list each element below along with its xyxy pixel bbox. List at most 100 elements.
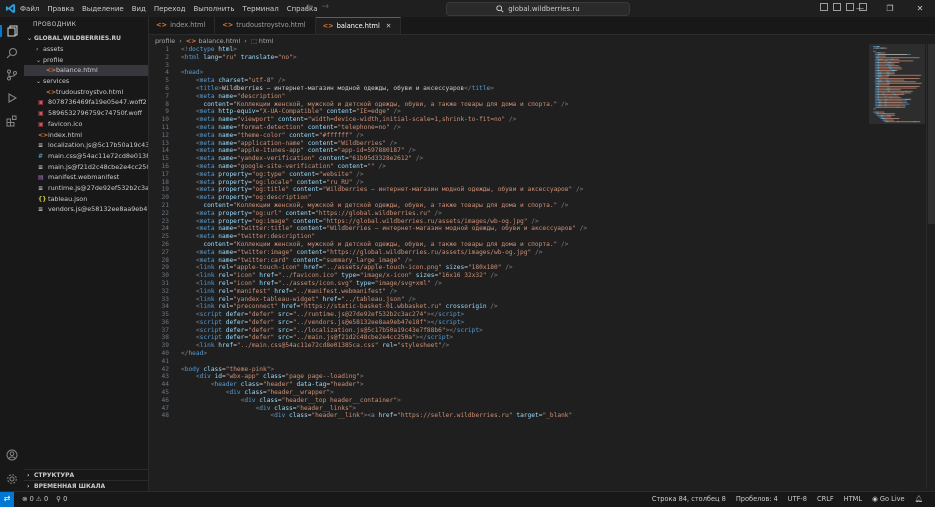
file-item[interactable]: <>index.html [24,130,148,141]
close-window-icon[interactable]: ✕ [905,0,935,17]
arrow-right-icon[interactable]: → [322,2,330,12]
minimap[interactable] [869,44,925,174]
code-line[interactable]: 30 <link rel="icon" href="../favicon.ico… [149,272,869,280]
file-item[interactable]: {}tableau.json [24,194,148,205]
explorer-icon[interactable] [0,25,20,37]
code-line[interactable]: 38 <script defer="defer" src="../main.js… [149,334,869,342]
menu-item[interactable]: Файл [20,5,39,13]
file-item[interactable]: ≡ main.js@f21d2c48cbe2e4cc250a [24,162,148,173]
file-item[interactable]: <>balance.html [24,65,148,77]
breadcrumb-item[interactable]: balance.html [199,37,241,45]
code-line[interactable]: 40 </head> [149,350,869,358]
code-line[interactable]: 34 <link rel="preconnect" href="https://… [149,303,869,311]
arrow-left-icon[interactable]: ← [306,2,314,12]
code-line[interactable]: 27 <meta name="twitter:image" content="h… [149,249,869,257]
language-mode[interactable]: HTML [844,492,862,507]
code-line[interactable]: 44 <header class="header" data-tag="head… [149,381,869,389]
command-center[interactable]: global.wildberries.ru [446,2,630,16]
code-line[interactable]: 15 <meta name="yandex-verification" cont… [149,155,869,163]
file-item[interactable]: ≡ runtime.js@27de92ef532b2c3ac274 [24,183,148,194]
menu-item[interactable]: Выделение [82,5,124,13]
cursor-position[interactable]: Строка 84, столбец 8 [652,492,726,507]
menu-item[interactable]: Правка [47,5,74,13]
close-icon[interactable]: ✕ [386,22,392,30]
menu-item[interactable]: Терминал [242,5,278,13]
code-line[interactable]: 36 <script defer="defer" src="../vendors… [149,319,869,327]
file-item[interactable]: ▤ manifest.webmanifest [24,172,148,183]
menu-item[interactable]: Переход [154,5,186,13]
code-line[interactable]: 41 [149,358,869,366]
code-line[interactable]: 1 <!doctype html> [149,46,869,54]
code-line[interactable]: 6 <title>Wildberries – интернет-магазин … [149,85,869,93]
code-line[interactable]: 39 <link href="../main.css@54ac11e72cd8e… [149,342,869,350]
indentation[interactable]: Пробелов: 4 [736,492,778,507]
source-control-icon[interactable] [6,69,18,81]
editor-tab[interactable]: <> index.html [149,17,216,34]
code-line[interactable]: 25 <meta name="twitter:description" [149,233,869,241]
code-line[interactable]: 35 <script defer="defer" src="../runtime… [149,311,869,319]
code-line[interactable]: 2 <html lang="ru" translate="no"> [149,54,869,62]
code-line[interactable]: 12 <meta name="theme-color" content="#ff… [149,132,869,140]
code-line[interactable]: 48 <div class="header__link"><a href="ht… [149,412,869,420]
settings-gear-icon[interactable] [6,473,18,485]
code-line[interactable]: 7 <meta name="description" [149,93,869,101]
file-item[interactable]: ▣ favicon.ico [24,119,148,130]
code-line[interactable]: 29 <link rel="apple-touch-icon" href="..… [149,264,869,272]
toggle-panel-icon[interactable] [833,3,841,11]
file-item[interactable]: ≡ vendors.js@e58132ee8aa9eb47e18f [24,204,148,215]
editor-scrollbar[interactable] [926,44,935,489]
search-icon[interactable] [6,47,18,59]
code-line[interactable]: 31 <link rel="icon" href="../assets/icon… [149,280,869,288]
file-item[interactable]: ▣ 5896532796759c74750f.woff [24,108,148,119]
code-line[interactable]: 10 <meta name="viewport" content="width=… [149,116,869,124]
extensions-icon[interactable] [6,115,18,127]
file-item[interactable]: # main.css@54ac11e72cd8e01385ca.css [24,151,148,162]
code-editor[interactable]: 1 <!doctype html> 2 <html lang="ru" transla… [149,46,869,491]
code-line[interactable]: 9 <meta http-equiv="X-UA-Compatible" con… [149,108,869,116]
code-line[interactable]: 26 content="Коллекции женской, мужской и… [149,241,869,249]
breadcrumb-item[interactable]: profile [155,37,175,45]
code-line[interactable]: 11 <meta name="format-detection" content… [149,124,869,132]
code-line[interactable]: 47 <div class="header__links"> [149,405,869,413]
notifications-bell-icon[interactable]: 🔔︎ [915,492,923,507]
code-line[interactable]: 33 <link rel="yandex-tableau-widget" hre… [149,296,869,304]
workspace-root[interactable]: ⌄ GLOBAL.WILDBERRIES.RU [24,33,148,44]
code-line[interactable]: 21 content="Коллекции женской, мужской и… [149,202,869,210]
code-line[interactable]: 3 [149,62,869,70]
menu-item[interactable]: Вид [132,5,146,13]
folder-item[interactable]: ⌄ profile [24,55,148,66]
code-line[interactable]: 5 <meta charset="utf-8" /> [149,77,869,85]
encoding[interactable]: UTF-8 [788,492,807,507]
code-line[interactable]: 20 <meta property="og:description" [149,194,869,202]
code-line[interactable]: 14 <meta name="apple-itunes-app" content… [149,147,869,155]
code-line[interactable]: 17 <meta property="og:type" content="web… [149,171,869,179]
folder-item[interactable]: ⌄ services [24,76,148,87]
code-line[interactable]: 22 <meta property="og:url" content="http… [149,210,869,218]
remote-icon[interactable]: ⇄ [0,492,14,507]
restore-icon[interactable]: ❐ [875,0,905,17]
run-debug-icon[interactable] [6,92,18,104]
code-line[interactable]: 24 <meta name="twitter:title" content="W… [149,225,869,233]
scrollbar-thumb[interactable] [928,44,935,224]
timeline-section[interactable]: › ВРЕМЕННАЯ ШКАЛА [24,480,148,491]
code-line[interactable]: 19 <meta property="og:title" content="Wi… [149,186,869,194]
code-line[interactable]: 4 <head> [149,69,869,77]
account-icon[interactable] [6,449,18,461]
go-live-button[interactable]: ◉ Go Live [872,492,905,507]
minimize-icon[interactable]: — [845,0,875,17]
end-of-line[interactable]: CRLF [817,492,834,507]
file-item[interactable]: ≡ localization.js@5c17b50a19c43e7f88... [24,140,148,151]
editor-tab[interactable]: <> balance.html ✕ [315,17,402,34]
file-item[interactable]: <>trudoustroystvo.html [24,87,148,98]
code-line[interactable]: 28 <meta name="twitter:card" content="su… [149,257,869,265]
folder-item[interactable]: › assets [24,44,148,55]
errors-indicator[interactable]: ⊗ 0 ⚠ 0 [22,492,48,507]
code-line[interactable]: 16 <meta name="google-site-verification"… [149,163,869,171]
breadcrumb-item[interactable]: html [259,37,274,45]
file-item[interactable]: ▣ 8078736469fa19e05e47.woff2 [24,97,148,108]
toggle-sidebar-icon[interactable] [820,3,828,11]
menu-item[interactable]: Выполнить [193,5,234,13]
code-line[interactable]: 8 content="Коллекции женской, мужской и … [149,101,869,109]
code-line[interactable]: 42 <body class="theme-pink"> [149,366,869,374]
code-line[interactable]: 13 <meta name="application-name" content… [149,140,869,148]
